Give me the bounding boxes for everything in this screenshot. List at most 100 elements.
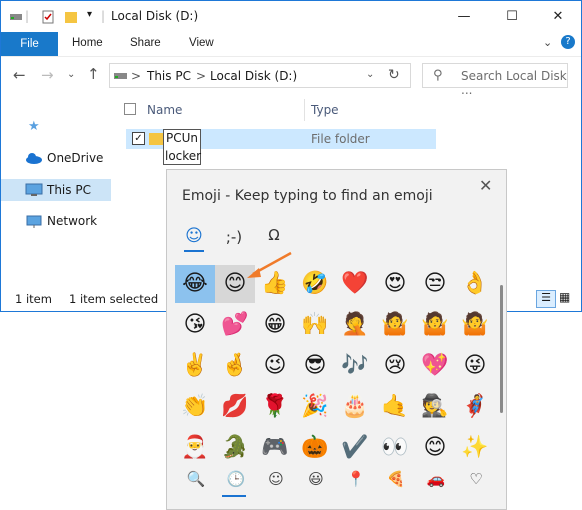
- forward-icon[interactable]: →: [41, 66, 54, 84]
- emoji-cell[interactable]: 🌹: [255, 388, 295, 426]
- emoji-cell[interactable]: 🤙: [375, 388, 415, 426]
- large-icons-view-icon[interactable]: ▦: [559, 290, 570, 304]
- emoji-cell[interactable]: 🤷: [375, 306, 415, 344]
- tab-home[interactable]: Home: [72, 37, 103, 49]
- tab-file[interactable]: File: [1, 32, 58, 56]
- search-icon: ⚲: [433, 68, 443, 83]
- emoji-cell[interactable]: 👏: [175, 388, 215, 426]
- emoji-cell[interactable]: 🎉: [295, 388, 335, 426]
- emoji-cell[interactable]: 🎮: [255, 429, 295, 467]
- address-bar[interactable]: > This PC > Local Disk (D:) ⌄ ↻: [109, 63, 411, 88]
- column-divider[interactable]: [304, 99, 305, 121]
- emoji-cell[interactable]: 🎃: [295, 429, 335, 467]
- emoji-cell[interactable]: 💖: [415, 347, 455, 385]
- emoji-cell[interactable]: 😉: [255, 347, 295, 385]
- places-icon[interactable]: 📍: [343, 470, 369, 494]
- sidebar-item-this-pc[interactable]: This PC: [1, 179, 111, 201]
- navigation-bar: ← → ⌄ ↑ > This PC > Local Disk (D:) ⌄ ↻ …: [1, 57, 581, 97]
- emoji-cell[interactable]: 😁: [255, 306, 295, 344]
- tab-emoji-indicator: [184, 250, 204, 252]
- category-indicator: [222, 495, 246, 497]
- smiley-icon[interactable]: ☺: [263, 470, 289, 494]
- row-checkbox[interactable]: ✓: [132, 132, 145, 145]
- tab-emoji[interactable]: ☺: [179, 226, 209, 246]
- emoji-cell[interactable]: 🤣: [295, 265, 335, 303]
- heart-icon[interactable]: ♡: [463, 470, 489, 494]
- drive-icon: [114, 73, 127, 79]
- emoji-panel-title: Emoji - Keep typing to find an emoji: [182, 188, 433, 204]
- recent-icon[interactable]: 🕒: [223, 470, 249, 494]
- close-button[interactable]: ✕: [535, 1, 581, 32]
- emoji-cell[interactable]: 🤷: [415, 306, 455, 344]
- tab-view[interactable]: View: [189, 37, 214, 49]
- breadcrumb-local-disk[interactable]: Local Disk (D:): [210, 69, 297, 83]
- emoji-cell[interactable]: 😘: [175, 306, 215, 344]
- emoji-cell[interactable]: 😎: [295, 347, 335, 385]
- emoji-cell[interactable]: 😂: [175, 265, 215, 303]
- details-view-icon[interactable]: ☰: [536, 290, 556, 308]
- help-icon[interactable]: ?: [561, 35, 575, 49]
- expand-ribbon-icon[interactable]: ⌄: [543, 36, 552, 49]
- emoji-cell[interactable]: 🎶: [335, 347, 375, 385]
- column-name[interactable]: Name: [147, 103, 182, 117]
- properties-icon[interactable]: [41, 9, 55, 25]
- tab-symbols[interactable]: Ω: [259, 226, 289, 244]
- sidebar-item-label: Network: [47, 214, 98, 228]
- emoji-cell[interactable]: 😍: [375, 265, 415, 303]
- back-icon[interactable]: ←: [13, 66, 26, 84]
- emoji-cell[interactable]: 🙌: [295, 306, 335, 344]
- emoji-scrollbar[interactable]: [500, 285, 503, 413]
- emoji-cell[interactable]: 🐊: [215, 429, 255, 467]
- emoji-cell[interactable]: 🎅: [175, 429, 215, 467]
- emoji-cell[interactable]: 🎂: [335, 388, 375, 426]
- customize-toolbar-dropdown-icon[interactable]: ▾: [87, 9, 92, 25]
- emoji-cell[interactable]: 🤦: [335, 306, 375, 344]
- arrow-pointer: [247, 251, 292, 278]
- breadcrumb-this-pc[interactable]: This PC: [147, 69, 191, 83]
- maximize-button[interactable]: ☐: [489, 1, 535, 32]
- emoji-cell[interactable]: ✌️: [175, 347, 215, 385]
- emoji-cell[interactable]: 👀: [375, 429, 415, 467]
- emoji-cell[interactable]: 😜: [455, 347, 495, 385]
- emoji-cell[interactable]: ❤️: [335, 265, 375, 303]
- emoji-cell[interactable]: 😢: [375, 347, 415, 385]
- travel-icon[interactable]: 🚗: [423, 470, 449, 494]
- emoji-cell[interactable]: 🤞: [215, 347, 255, 385]
- sidebar-item-network[interactable]: Network: [1, 210, 111, 232]
- emoji-cell[interactable]: 💕: [215, 306, 255, 344]
- food-icon[interactable]: 🍕: [383, 470, 409, 494]
- select-all-checkbox[interactable]: [124, 103, 136, 115]
- navigation-pane: ★ OneDrive This PC Network: [1, 95, 111, 285]
- drive-icon[interactable]: [9, 9, 23, 25]
- emoji-cell[interactable]: 💋: [215, 388, 255, 426]
- rename-text-line2: locker: [165, 149, 202, 163]
- tab-share[interactable]: Share: [130, 37, 161, 49]
- column-type[interactable]: Type: [311, 103, 339, 117]
- emoji-cell[interactable]: ✔️: [335, 429, 375, 467]
- sidebar-item-onedrive[interactable]: OneDrive: [1, 147, 111, 169]
- cloud-icon: [26, 153, 42, 164]
- refresh-icon[interactable]: ↻: [388, 67, 400, 83]
- emoji-cell[interactable]: 😊: [415, 429, 455, 467]
- emoji-cell[interactable]: 😒: [415, 265, 455, 303]
- emoji-cell[interactable]: 🤷: [455, 306, 495, 344]
- emoji-panel-close-icon[interactable]: ✕: [479, 176, 492, 195]
- network-icon: [26, 215, 42, 228]
- search-icon[interactable]: 🔍: [183, 470, 209, 494]
- emoji-cell[interactable]: 🦸: [455, 388, 495, 426]
- new-folder-icon[interactable]: [63, 9, 79, 25]
- up-icon[interactable]: ↑: [87, 65, 100, 83]
- tab-kaomoji[interactable]: ;-): [219, 228, 249, 246]
- emoji-cell[interactable]: 🕵️: [415, 388, 455, 426]
- quick-access-icon[interactable]: ★: [28, 119, 40, 134]
- people-icon[interactable]: 😃: [303, 470, 329, 494]
- address-dropdown-icon[interactable]: ⌄: [366, 69, 374, 80]
- ribbon: File Home Share View ⌄ ?: [1, 32, 581, 57]
- folder-icon: [149, 133, 163, 145]
- emoji-cell[interactable]: 👌: [455, 265, 495, 303]
- recent-locations-icon[interactable]: ⌄: [67, 69, 75, 80]
- search-box[interactable]: ⚲ Search Local Disk ...: [422, 63, 568, 97]
- rename-field[interactable]: PCUn locker: [163, 129, 201, 165]
- minimize-button[interactable]: —: [441, 1, 487, 32]
- emoji-cell[interactable]: ✨: [455, 429, 495, 467]
